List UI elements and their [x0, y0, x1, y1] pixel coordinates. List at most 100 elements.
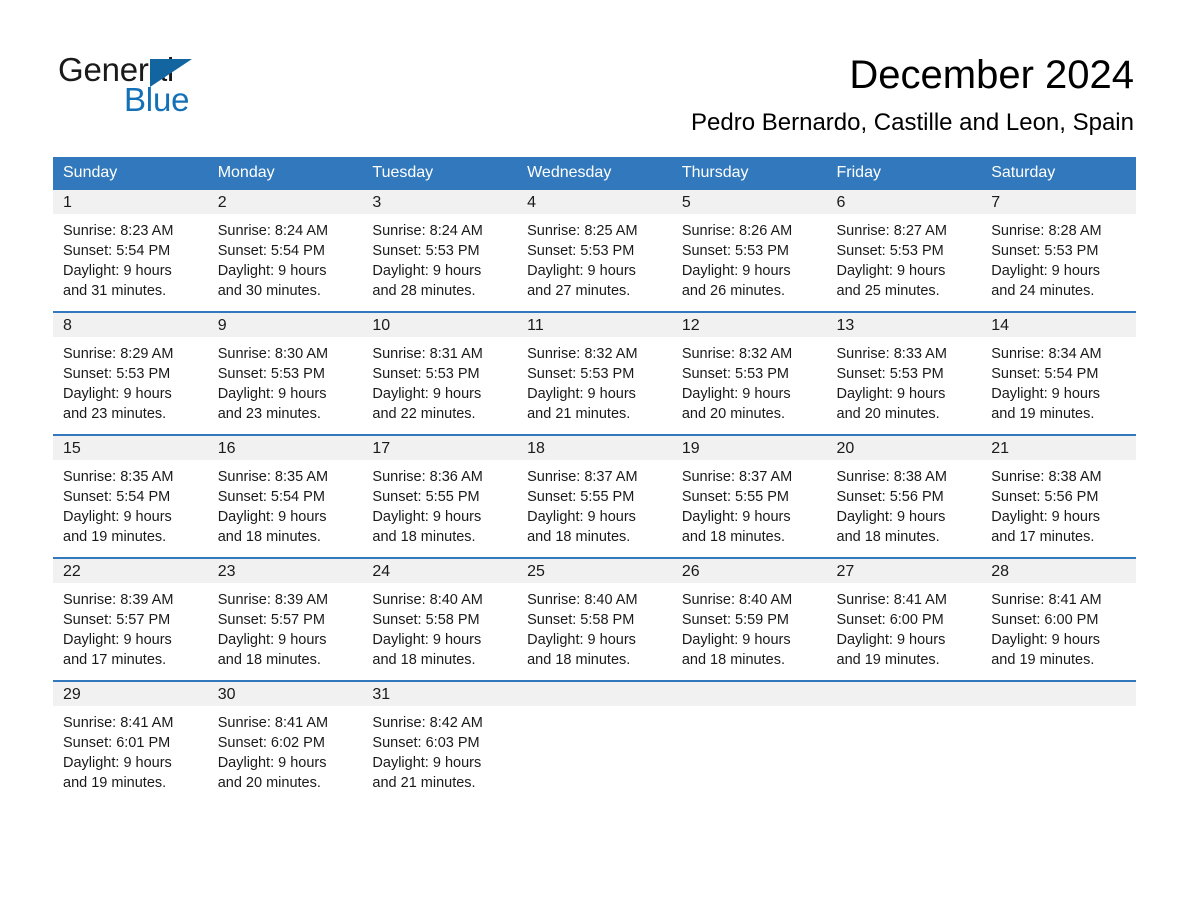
sunset-text: Sunset: 5:53 PM — [372, 243, 480, 259]
calendar-day-cell[interactable]: 5 Sunrise: 8:26 AM Sunset: 5:53 PM Dayli… — [671, 190, 827, 312]
sunset-text: Sunset: 5:56 PM — [991, 489, 1099, 505]
daylight-text-line1: Daylight: 9 hours — [217, 632, 327, 648]
calendar-day-cell[interactable]: 6 Sunrise: 8:27 AM Sunset: 5:53 PM Dayli… — [826, 190, 982, 312]
day-number: 28 — [981, 559, 1136, 583]
daylight-text-line1: Daylight: 9 hours — [836, 263, 946, 279]
sunrise-text: Sunrise: 8:29 AM — [63, 346, 174, 362]
daylight-text-line2: and 28 minutes. — [372, 283, 476, 299]
calendar-day-cell[interactable]: 27 Sunrise: 8:41 AM Sunset: 6:00 PM Dayl… — [826, 557, 982, 681]
calendar-day-cell[interactable]: 12 Sunrise: 8:32 AM Sunset: 5:53 PM Dayl… — [671, 311, 827, 435]
calendar-day-cell[interactable]: 11 Sunrise: 8:32 AM Sunset: 5:53 PM Dayl… — [517, 311, 672, 435]
daylight-text-line2: and 19 minutes. — [836, 652, 940, 668]
calendar-day-cell[interactable]: 23 Sunrise: 8:39 AM Sunset: 5:57 PM Dayl… — [207, 557, 363, 681]
daylight-text-line1: Daylight: 9 hours — [372, 386, 482, 402]
sunset-text: Sunset: 5:55 PM — [681, 489, 790, 505]
sunset-text: Sunset: 5:58 PM — [372, 612, 480, 628]
day-number: 22 — [53, 559, 208, 583]
sunset-text: Sunset: 5:53 PM — [527, 366, 635, 382]
calendar-week-row: 8 Sunrise: 8:29 AM Sunset: 5:53 PM Dayli… — [53, 311, 1136, 435]
daylight-text-line1: Daylight: 9 hours — [681, 263, 791, 279]
daylight-text-line2: and 17 minutes. — [63, 652, 167, 668]
weekday-header-wednesday: Wednesday — [517, 157, 672, 190]
page-title: December 2024 — [849, 53, 1134, 97]
calendar-day-cell[interactable]: 13 Sunrise: 8:33 AM Sunset: 5:53 PM Dayl… — [826, 311, 982, 435]
day-number: 6 — [826, 190, 982, 214]
sunrise-text: Sunrise: 8:40 AM — [681, 592, 793, 608]
day-number: 24 — [362, 559, 518, 583]
weekday-header-thursday: Thursday — [671, 157, 827, 190]
daylight-text-line2: and 23 minutes. — [63, 406, 167, 422]
calendar-day-cell[interactable]: 19 Sunrise: 8:37 AM Sunset: 5:55 PM Dayl… — [671, 434, 827, 558]
calendar-day-cell[interactable]: 21 Sunrise: 8:38 AM Sunset: 5:56 PM Dayl… — [981, 434, 1136, 558]
calendar-body: 1 Sunrise: 8:23 AM Sunset: 5:54 PM Dayli… — [53, 190, 1136, 803]
day-number: 18 — [517, 436, 672, 460]
calendar-table: Sunday Monday Tuesday Wednesday Thursday… — [53, 157, 1136, 803]
calendar-day-cell[interactable]: 26 Sunrise: 8:40 AM Sunset: 5:59 PM Dayl… — [671, 557, 827, 681]
calendar-day-cell[interactable]: 7 Sunrise: 8:28 AM Sunset: 5:53 PM Dayli… — [981, 190, 1136, 312]
sunset-text: Sunset: 5:53 PM — [217, 366, 325, 382]
calendar-day-cell[interactable]: 2 Sunrise: 8:24 AM Sunset: 5:54 PM Dayli… — [207, 190, 363, 312]
daylight-text-line1: Daylight: 9 hours — [527, 263, 636, 279]
calendar-day-cell[interactable]: 10 Sunrise: 8:31 AM Sunset: 5:53 PM Dayl… — [362, 311, 518, 435]
calendar-day-cell[interactable]: 3 Sunrise: 8:24 AM Sunset: 5:53 PM Dayli… — [362, 190, 518, 312]
calendar-day-cell[interactable]: 22 Sunrise: 8:39 AM Sunset: 5:57 PM Dayl… — [53, 557, 208, 681]
daylight-text-line2: and 22 minutes. — [372, 406, 476, 422]
calendar-day-cell[interactable]: 28 Sunrise: 8:41 AM Sunset: 6:00 PM Dayl… — [981, 557, 1136, 681]
day-number: 27 — [826, 559, 982, 583]
calendar-day-cell[interactable]: 8 Sunrise: 8:29 AM Sunset: 5:53 PM Dayli… — [53, 311, 208, 435]
sunrise-text: Sunrise: 8:32 AM — [681, 346, 793, 362]
calendar-week-row: 15 Sunrise: 8:35 AM Sunset: 5:54 PM Dayl… — [53, 434, 1136, 558]
logo-text-blue: Blue — [124, 81, 190, 118]
day-number: 14 — [981, 313, 1136, 337]
calendar-day-cell[interactable]: 25 Sunrise: 8:40 AM Sunset: 5:58 PM Dayl… — [517, 557, 672, 681]
daylight-text-line1: Daylight: 9 hours — [372, 509, 482, 525]
page-subtitle: Pedro Bernardo, Castille and Leon, Spain — [691, 109, 1134, 136]
day-number: 8 — [53, 313, 208, 337]
calendar-day-cell[interactable]: 1 Sunrise: 8:23 AM Sunset: 5:54 PM Dayli… — [53, 190, 208, 312]
sunrise-text: Sunrise: 8:39 AM — [217, 592, 329, 608]
page-header: General Blue December 2024 Pedro Bernard… — [0, 0, 1188, 155]
calendar-day-cell[interactable]: 18 Sunrise: 8:37 AM Sunset: 5:55 PM Dayl… — [517, 434, 672, 558]
daylight-text-line2: and 19 minutes. — [991, 406, 1095, 422]
daylight-text-line1: Daylight: 9 hours — [63, 509, 172, 525]
weekday-header-monday: Monday — [207, 157, 363, 190]
calendar-day-cell[interactable]: 31 Sunrise: 8:42 AM Sunset: 6:03 PM Dayl… — [362, 680, 518, 803]
sunrise-text: Sunrise: 8:42 AM — [372, 715, 483, 731]
sunrise-text: Sunrise: 8:34 AM — [991, 346, 1102, 362]
calendar-day-cell[interactable]: 24 Sunrise: 8:40 AM Sunset: 5:58 PM Dayl… — [362, 557, 518, 681]
sunset-text: Sunset: 5:54 PM — [217, 243, 325, 259]
calendar-day-cell[interactable]: 16 Sunrise: 8:35 AM Sunset: 5:54 PM Dayl… — [207, 434, 363, 558]
sunset-text: Sunset: 6:03 PM — [372, 735, 480, 751]
calendar-day-cell[interactable]: 30 Sunrise: 8:41 AM Sunset: 6:02 PM Dayl… — [207, 680, 363, 803]
calendar-day-cell[interactable]: 20 Sunrise: 8:38 AM Sunset: 5:56 PM Dayl… — [826, 434, 982, 558]
daylight-text-line1: Daylight: 9 hours — [991, 386, 1101, 402]
sunrise-text: Sunrise: 8:26 AM — [681, 223, 793, 239]
daylight-text-line2: and 17 minutes. — [991, 529, 1095, 545]
calendar-day-cell[interactable]: 9 Sunrise: 8:30 AM Sunset: 5:53 PM Dayli… — [207, 311, 363, 435]
daylight-text-line2: and 20 minutes. — [681, 406, 785, 422]
sunrise-text: Sunrise: 8:41 AM — [63, 715, 174, 731]
daylight-text-line1: Daylight: 9 hours — [372, 755, 482, 771]
general-blue-logo[interactable]: General Blue — [58, 52, 318, 124]
day-number: 31 — [362, 682, 518, 706]
calendar-day-cell[interactable]: 4 Sunrise: 8:25 AM Sunset: 5:53 PM Dayli… — [517, 190, 672, 312]
day-number: 15 — [53, 436, 208, 460]
daylight-text-line1: Daylight: 9 hours — [991, 263, 1101, 279]
sunrise-text: Sunrise: 8:41 AM — [217, 715, 329, 731]
calendar-day-cell[interactable]: 17 Sunrise: 8:36 AM Sunset: 5:55 PM Dayl… — [362, 434, 518, 558]
sunset-text: Sunset: 5:53 PM — [836, 366, 944, 382]
sunset-text: Sunset: 5:58 PM — [527, 612, 635, 628]
sunset-text: Sunset: 5:54 PM — [991, 366, 1099, 382]
weekday-header-friday: Friday — [826, 157, 982, 190]
daylight-text-line1: Daylight: 9 hours — [63, 386, 172, 402]
day-number: 25 — [517, 559, 672, 583]
calendar-day-cell[interactable]: 29 Sunrise: 8:41 AM Sunset: 6:01 PM Dayl… — [53, 680, 208, 803]
calendar-week-row: 22 Sunrise: 8:39 AM Sunset: 5:57 PM Dayl… — [53, 557, 1136, 681]
sunrise-text: Sunrise: 8:31 AM — [372, 346, 483, 362]
calendar-day-cell[interactable]: 15 Sunrise: 8:35 AM Sunset: 5:54 PM Dayl… — [53, 434, 208, 558]
daylight-text-line2: and 21 minutes. — [372, 775, 476, 791]
calendar-day-cell[interactable]: 14 Sunrise: 8:34 AM Sunset: 5:54 PM Dayl… — [981, 311, 1136, 435]
daylight-text-line2: and 18 minutes. — [217, 652, 321, 668]
sunrise-text: Sunrise: 8:24 AM — [217, 223, 329, 239]
weekday-header-sunday: Sunday — [53, 157, 208, 190]
